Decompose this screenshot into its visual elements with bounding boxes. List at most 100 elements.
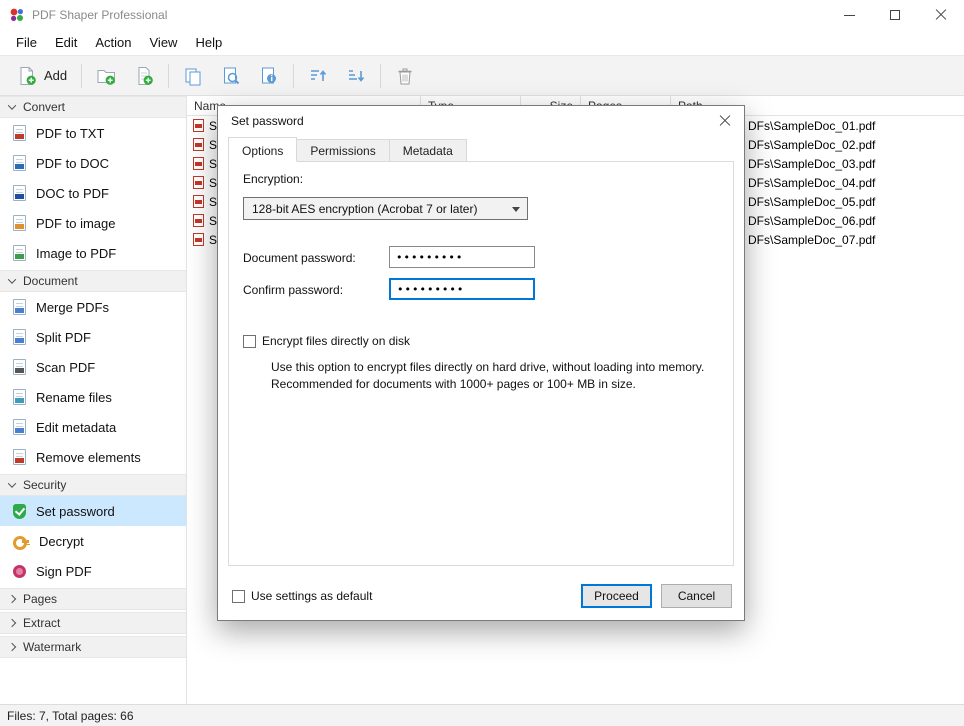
sidebar-section-pages[interactable]: Pages [0, 588, 186, 610]
file-path: DFs\SampleDoc_06.pdf [748, 214, 875, 228]
sidebar-item-pdf-to-doc[interactable]: PDF to DOC [0, 148, 186, 178]
sidebar-item-edit-metadata[interactable]: Edit metadata [0, 412, 186, 442]
encryption-selected-value: 128-bit AES encryption (Acrobat 7 or lat… [252, 202, 477, 216]
pdf-file-icon [193, 214, 204, 227]
tab-label: Permissions [310, 144, 375, 158]
sidebar-section-convert[interactable]: Convert [0, 96, 186, 118]
file-path: DFs\SampleDoc_01.pdf [748, 119, 875, 133]
sidebar-item-pdf-to-txt[interactable]: PDF to TXT [0, 118, 186, 148]
add-document-button[interactable] [125, 60, 163, 92]
sort-descending-button[interactable] [337, 60, 375, 92]
sidebar-item-scan-pdf[interactable]: Scan PDF [0, 352, 186, 382]
pdf-to-doc-icon [13, 155, 26, 171]
cancel-button[interactable]: Cancel [661, 584, 732, 608]
sidebar-item-sign-pdf[interactable]: Sign PDF [0, 556, 186, 586]
pdf-file-icon [193, 157, 204, 170]
close-button[interactable] [918, 0, 964, 30]
add-folder-button[interactable] [87, 60, 125, 92]
sidebar-section-watermark[interactable]: Watermark [0, 636, 186, 658]
tab-permissions[interactable]: Permissions [297, 139, 389, 162]
scan-pdf-icon [13, 359, 26, 375]
info-button[interactable] [250, 60, 288, 92]
app-logo-icon [9, 7, 25, 23]
sidebar-item-merge-pdfs[interactable]: Merge PDFs [0, 292, 186, 322]
preview-icon [221, 66, 241, 86]
key-icon [13, 534, 29, 549]
sidebar-item-label: DOC to PDF [36, 186, 109, 201]
sidebar-item-split-pdf[interactable]: Split PDF [0, 322, 186, 352]
menu-action[interactable]: Action [86, 32, 140, 53]
confirm-password-input[interactable] [389, 278, 535, 300]
encrypt-on-disk-checkbox[interactable] [243, 335, 256, 348]
minimize-icon [844, 15, 855, 16]
info-icon [259, 66, 279, 86]
section-label: Convert [23, 100, 65, 114]
pdf-file-icon [193, 233, 204, 246]
document-password-input[interactable] [389, 246, 535, 268]
tab-metadata[interactable]: Metadata [390, 139, 467, 162]
file-path: DFs\SampleDoc_05.pdf [748, 195, 875, 209]
merge-pdfs-icon [13, 299, 26, 315]
sidebar-item-label: PDF to DOC [36, 156, 109, 171]
menu-edit[interactable]: Edit [46, 32, 86, 53]
file-path: DFs\SampleDoc_07.pdf [748, 233, 875, 247]
dialog-close-button[interactable] [712, 110, 738, 132]
options-tab-panel: Encryption: 128-bit AES encryption (Acro… [228, 161, 734, 566]
sidebar-item-set-password[interactable]: Set password [0, 496, 186, 526]
sidebar-item-label: Image to PDF [36, 246, 116, 261]
sidebar-section-extract[interactable]: Extract [0, 612, 186, 634]
sort-ascending-button[interactable] [299, 60, 337, 92]
tab-options[interactable]: Options [228, 137, 297, 162]
delete-button[interactable] [386, 60, 424, 92]
dialog-title: Set password [231, 114, 304, 128]
pdf-to-txt-icon [13, 125, 26, 141]
tab-label: Options [242, 144, 283, 158]
remove-elements-icon [13, 449, 26, 465]
sidebar-item-remove-elements[interactable]: Remove elements [0, 442, 186, 472]
trash-icon [395, 66, 415, 86]
toolbar-separator [293, 64, 294, 88]
encryption-label: Encryption: [243, 172, 303, 186]
chevron-down-icon [512, 207, 520, 212]
file-path: DFs\SampleDoc_03.pdf [748, 157, 875, 171]
sidebar-item-image-to-pdf[interactable]: Image to PDF [0, 238, 186, 268]
menu-view[interactable]: View [141, 32, 187, 53]
sidebar-section-security[interactable]: Security [0, 474, 186, 496]
menu-file[interactable]: File [7, 32, 46, 53]
encryption-dropdown[interactable]: 128-bit AES encryption (Acrobat 7 or lat… [243, 197, 528, 220]
pdf-file-icon [193, 176, 204, 189]
sidebar-item-label: Sign PDF [36, 564, 92, 579]
add-files-button[interactable]: Add [8, 60, 76, 92]
minimize-button[interactable] [826, 0, 872, 30]
sidebar-item-doc-to-pdf[interactable]: DOC to PDF [0, 178, 186, 208]
chevron-right-icon [8, 619, 16, 627]
sidebar-item-decrypt[interactable]: Decrypt [0, 526, 186, 556]
encrypt-on-disk-label: Encrypt files directly on disk [262, 334, 410, 348]
toolbar: Add [0, 55, 964, 96]
sidebar-section-document[interactable]: Document [0, 270, 186, 292]
sidebar-item-label: Set password [36, 504, 115, 519]
edit-metadata-icon [13, 419, 26, 435]
sidebar-item-pdf-to-image[interactable]: PDF to image [0, 208, 186, 238]
use-defaults-checkbox[interactable] [232, 590, 245, 603]
sidebar-item-label: Decrypt [39, 534, 84, 549]
copy-button[interactable] [174, 60, 212, 92]
proceed-button[interactable]: Proceed [581, 584, 652, 608]
pdf-to-image-icon [13, 215, 26, 231]
chevron-down-icon [8, 479, 16, 487]
file-path: DFs\SampleDoc_04.pdf [748, 176, 875, 190]
sidebar: Convert PDF to TXT PDF to DOC DOC to PDF… [0, 96, 187, 704]
add-file-icon [17, 66, 37, 86]
maximize-button[interactable] [872, 0, 918, 30]
section-label: Extract [23, 616, 60, 630]
preview-button[interactable] [212, 60, 250, 92]
menu-help[interactable]: Help [186, 32, 231, 53]
sidebar-item-label: Rename files [36, 390, 112, 405]
use-defaults-checkbox-row: Use settings as default [232, 589, 372, 603]
window-title: PDF Shaper Professional [32, 8, 167, 22]
sidebar-item-rename-files[interactable]: Rename files [0, 382, 186, 412]
sidebar-item-label: Merge PDFs [36, 300, 109, 315]
encrypt-help-line2: Recommended for documents with 1000+ pag… [271, 376, 723, 393]
document-password-label: Document password: [243, 251, 356, 265]
sidebar-item-label: Scan PDF [36, 360, 95, 375]
